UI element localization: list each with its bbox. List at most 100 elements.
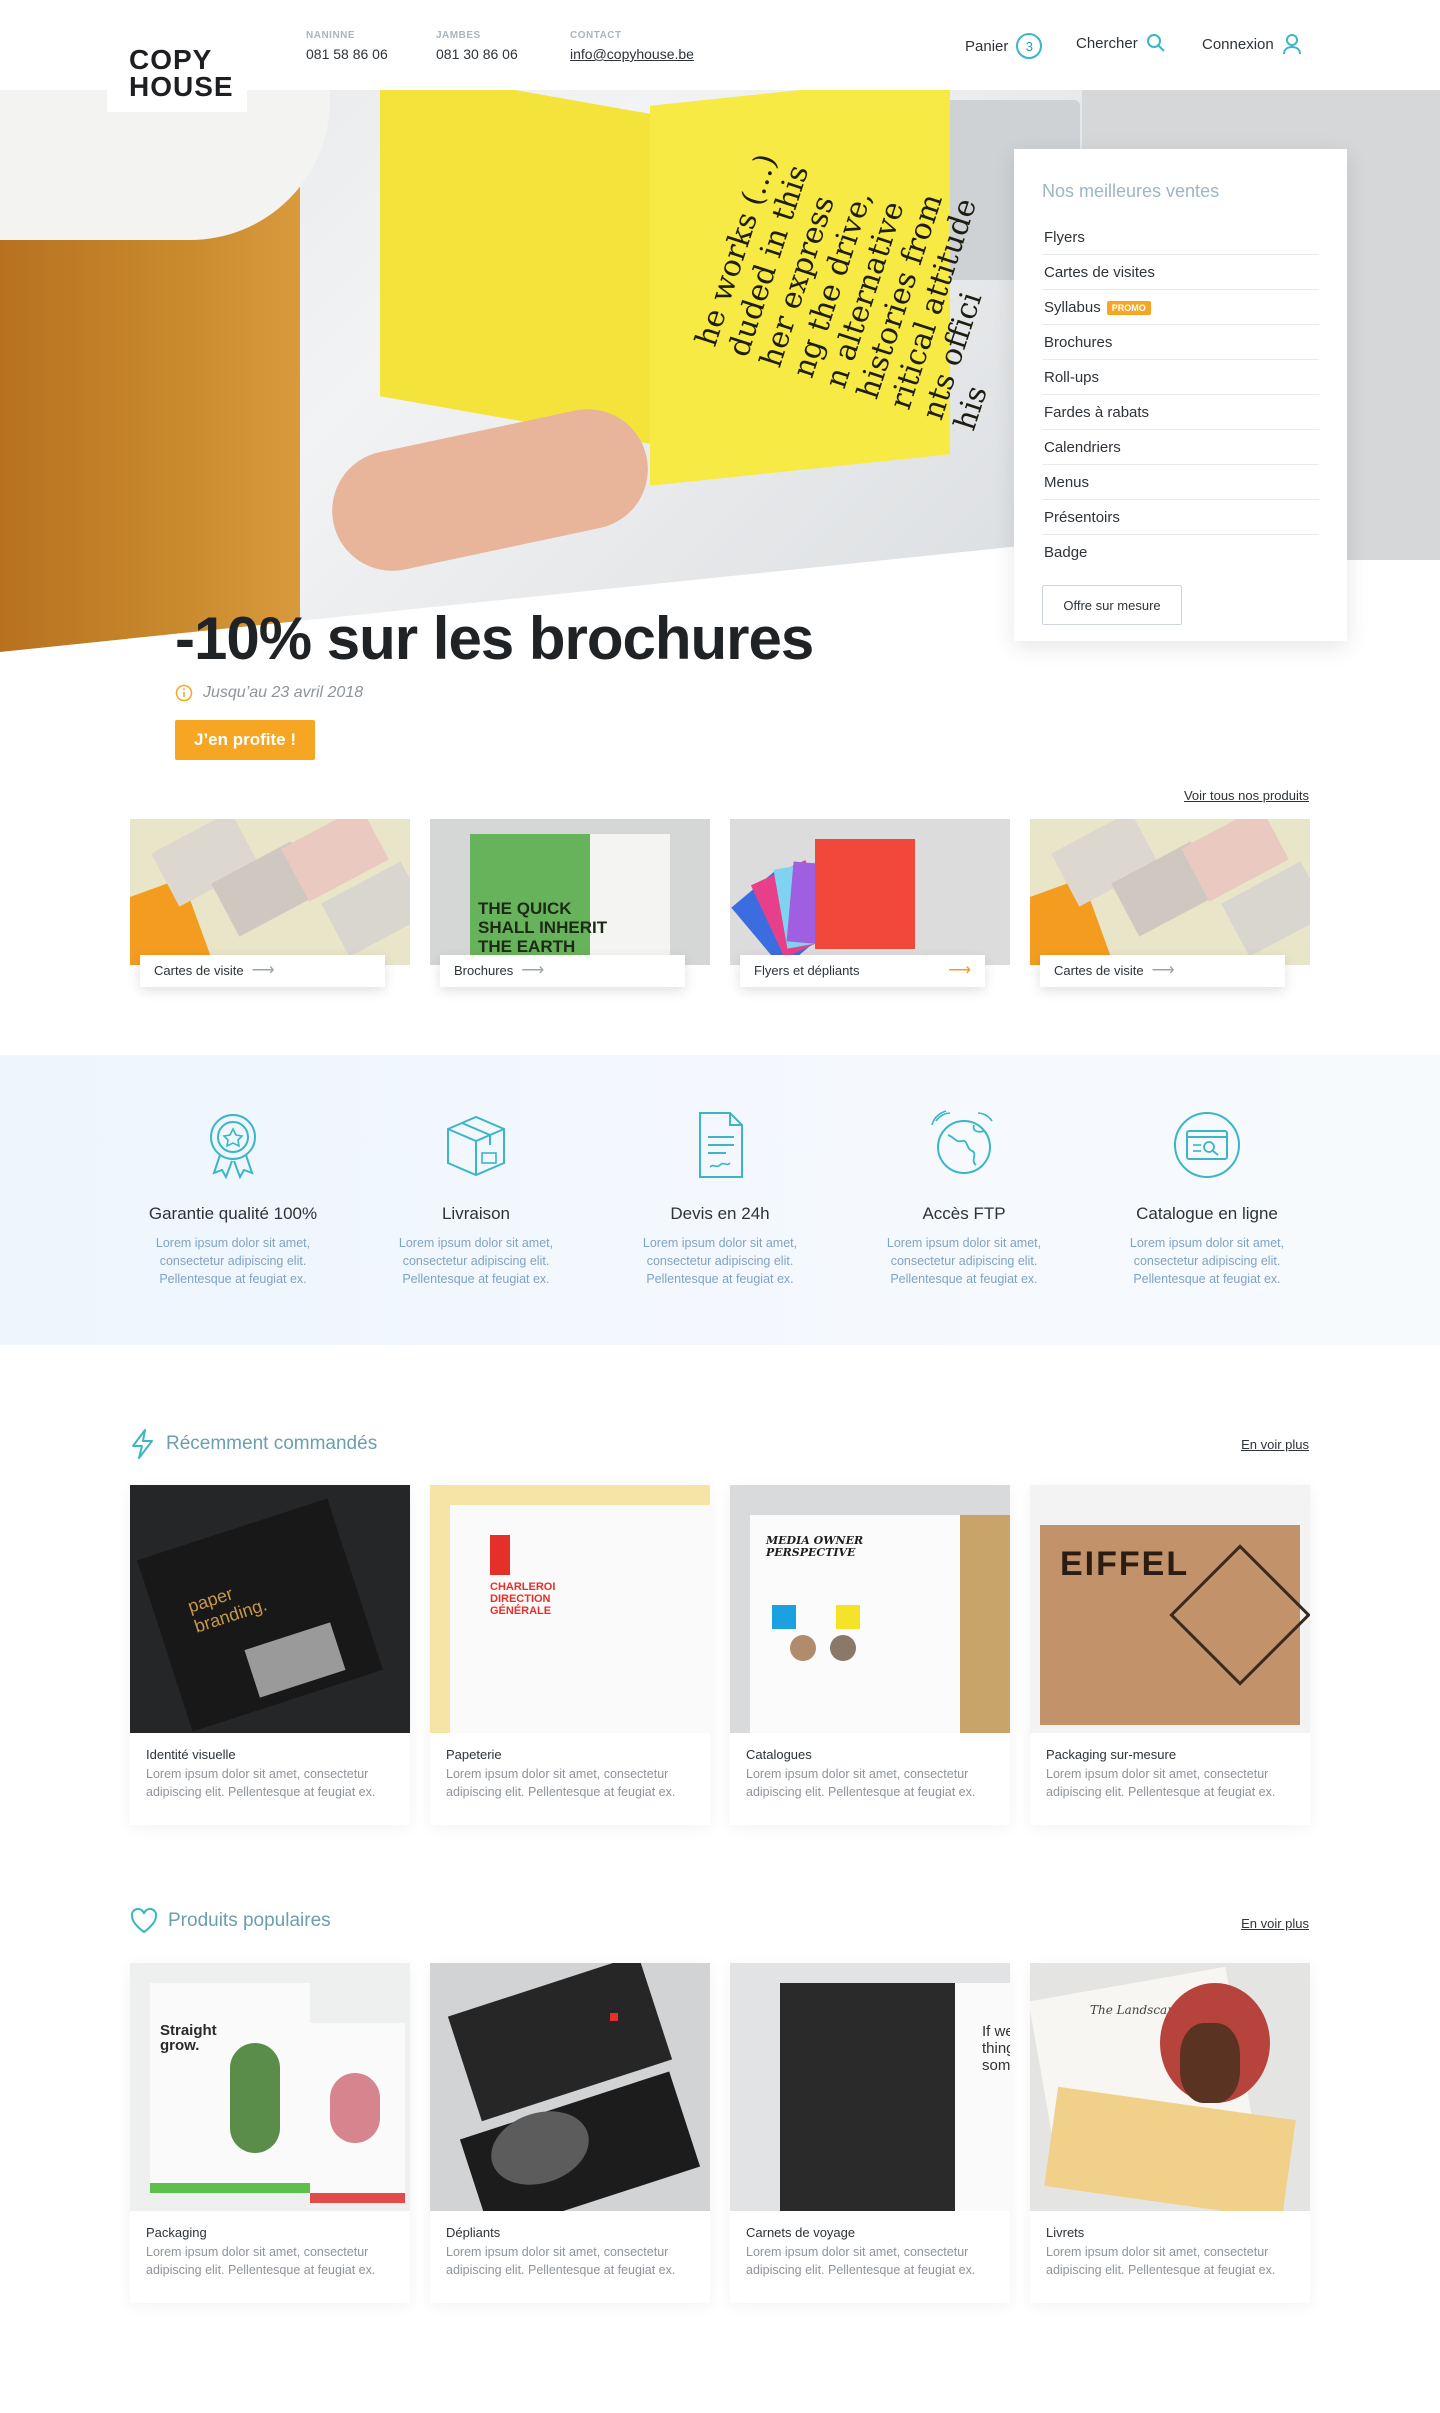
product-card[interactable]: Dépliants Lorem ipsum dolor sit amet, co…	[430, 1963, 710, 2303]
popular-title: Produits populaires	[168, 1910, 331, 1931]
bestseller-label: Calendriers	[1044, 439, 1121, 456]
bestseller-item[interactable]: Brochures	[1042, 325, 1319, 360]
category-image: THE QUICK SHALL INHERIT THE EARTH	[430, 819, 710, 965]
contact-phone[interactable]: 081 58 86 06	[306, 46, 388, 62]
bestseller-item[interactable]: Syllabus PROMO	[1042, 290, 1319, 325]
promo-cta-button[interactable]: J’en profite !	[175, 720, 315, 760]
box-icon	[447, 1115, 505, 1177]
bestseller-label: Roll-ups	[1044, 369, 1100, 386]
features-band: Garantie qualité 100% Lorem ipsum dolor …	[0, 1055, 1440, 1345]
category-label: Flyers et dépliants ⟶	[740, 955, 985, 987]
promo-date-text: Jusqu’au 23 avril 2018	[203, 684, 364, 701]
category-image	[130, 819, 410, 965]
product-title: Packaging sur-mesure	[1046, 1747, 1177, 1762]
popular-see-more-link[interactable]: En voir plus	[1241, 1916, 1309, 1931]
promo-date: Jusqu’au 23 avril 2018	[175, 684, 363, 702]
document-icon	[699, 1112, 743, 1178]
category-card[interactable]: Cartes de visite ⟶	[130, 819, 410, 989]
see-all-products-link[interactable]: Voir tous nos produits	[1184, 788, 1309, 803]
popular-heading: Produits populaires	[130, 1908, 331, 1934]
overlay-text: CHARLEROI DIRECTION GÉNÉRALE	[490, 1581, 556, 1617]
feature-item: Devis en 24h Lorem ipsum dolor sit amet,…	[610, 1105, 830, 1288]
user-icon	[1282, 34, 1301, 55]
product-card[interactable]: Straight grow. Packaging Lorem ipsum dol…	[130, 1963, 410, 2303]
feature-item: Garantie qualité 100% Lorem ipsum dolor …	[123, 1105, 343, 1288]
globe-icon	[931, 1110, 993, 1174]
contact-phone[interactable]: 081 30 86 06	[436, 46, 518, 62]
search-label: Chercher	[1076, 34, 1138, 52]
cart-button[interactable]: Panier 3	[965, 33, 1043, 59]
product-card[interactable]: The Landscape Livrets Lorem ipsum dolor …	[1030, 1963, 1310, 2303]
product-card[interactable]: If we thing som Carnets de voyage Lorem …	[730, 1963, 1010, 2303]
bestseller-item[interactable]: Fardes à rabats	[1042, 395, 1319, 430]
contact-label: NANINNE	[306, 30, 356, 41]
overlay-text: Straight grow.	[160, 2022, 217, 2054]
category-image	[1030, 819, 1310, 965]
search-icon	[1146, 34, 1165, 52]
product-image: paper branding.	[130, 1485, 410, 1733]
category-label-text: Flyers et dépliants	[754, 963, 860, 978]
product-image	[430, 1963, 710, 2211]
hero-photo: he works (...) duded in this her express…	[0, 90, 1082, 652]
product-card[interactable]: CHARLEROI DIRECTION GÉNÉRALE Papeterie L…	[430, 1485, 710, 1825]
product-title: Carnets de voyage	[746, 2225, 856, 2240]
bestseller-label: Menus	[1044, 474, 1090, 491]
contact-label: JAMBES	[436, 30, 481, 41]
feature-text: Lorem ipsum dolor sit amet, consectetur …	[1129, 1236, 1285, 1286]
contact-naninne: NANINNE 081 58 86 06	[306, 30, 388, 62]
feature-title: Livraison	[441, 1204, 511, 1223]
cart-label: Panier	[965, 37, 1009, 55]
bestsellers-list: Flyers Cartes de visites Syllabus PROMO B…	[1042, 220, 1319, 570]
promo-badge: PROMO	[1106, 301, 1151, 316]
bestseller-item[interactable]: Cartes de visites	[1042, 255, 1319, 290]
product-desc: Lorem ipsum dolor sit amet, consectetur …	[146, 1767, 376, 1799]
bestseller-item[interactable]: Calendriers	[1042, 430, 1319, 465]
logo-line2: HOUSE	[129, 71, 234, 102]
product-desc: Lorem ipsum dolor sit amet, consectetur …	[446, 1767, 676, 1799]
bestseller-item[interactable]: Menus	[1042, 465, 1319, 500]
heart-icon	[130, 1908, 158, 1934]
product-title: Catalogues	[746, 1747, 812, 1762]
category-card[interactable]: Flyers et dépliants ⟶	[730, 819, 1010, 989]
bestseller-label: Flyers	[1044, 229, 1085, 246]
product-title: Dépliants	[446, 2225, 501, 2240]
bestseller-item[interactable]: Présentoirs	[1042, 500, 1319, 535]
product-desc: Lorem ipsum dolor sit amet, consectetur …	[1046, 2245, 1276, 2277]
product-card[interactable]: EIFFEL Packaging sur-mesure Lorem ipsum …	[1030, 1485, 1310, 1825]
product-card[interactable]: paper branding. Identité visuelle Lorem …	[130, 1485, 410, 1825]
overlay-text: EIFFEL	[1060, 1545, 1190, 1583]
custom-offer-button[interactable]: Offre sur mesure	[1042, 585, 1182, 625]
product-image: EIFFEL	[1030, 1485, 1310, 1733]
category-label: Brochures ⟶	[440, 955, 685, 987]
promo-title: -10% sur les brochures	[175, 605, 814, 672]
product-card[interactable]: MEDIA OWNER PERSPECTIVE Catalogues Lorem…	[730, 1485, 1010, 1825]
feature-title: Devis en 24h	[670, 1204, 770, 1223]
bestseller-label: Cartes de visites	[1044, 264, 1155, 281]
info-icon	[175, 684, 193, 702]
arrow-right-icon: ⟶	[1151, 962, 1175, 979]
category-card[interactable]: Cartes de visite ⟶	[1030, 819, 1310, 989]
bestseller-item[interactable]: Badge	[1042, 535, 1319, 570]
recent-see-more-link[interactable]: En voir plus	[1241, 1437, 1309, 1452]
email-link[interactable]: info@copyhouse.be	[570, 46, 694, 62]
feature-item: Livraison Lorem ipsum dolor sit amet, co…	[366, 1105, 586, 1288]
product-desc: Lorem ipsum dolor sit amet, consectetur …	[746, 2245, 976, 2277]
product-title: Livrets	[1046, 2225, 1085, 2240]
bestsellers-panel: Nos meilleures ventes Flyers Cartes de v…	[1014, 149, 1347, 641]
category-card[interactable]: THE QUICK SHALL INHERIT THE EARTH Brochure…	[430, 819, 710, 989]
login-label: Connexion	[1202, 35, 1274, 53]
bestseller-item[interactable]: Flyers	[1042, 220, 1319, 255]
bestseller-label: Badge	[1044, 544, 1088, 561]
product-title: Papeterie	[446, 1747, 502, 1762]
search-button[interactable]: Chercher	[1076, 33, 1166, 53]
bestseller-label: Fardes à rabats	[1044, 404, 1150, 421]
overlay-text: If we thing som	[982, 2023, 1010, 2074]
feature-item: Accès FTP Lorem ipsum dolor sit amet, co…	[854, 1105, 1074, 1288]
logo[interactable]: COPY HOUSE	[107, 0, 247, 112]
arrow-right-icon: ⟶	[251, 962, 275, 979]
login-button[interactable]: Connexion	[1202, 33, 1302, 55]
product-image: CHARLEROI DIRECTION GÉNÉRALE	[430, 1485, 710, 1733]
bestseller-item[interactable]: Roll-ups	[1042, 360, 1319, 395]
category-image	[730, 819, 1010, 965]
product-title: Packaging	[146, 2225, 207, 2240]
